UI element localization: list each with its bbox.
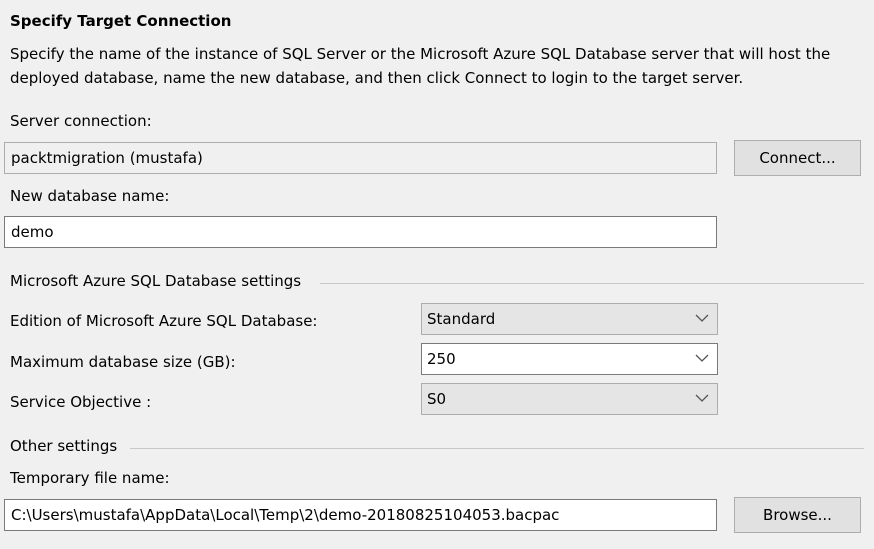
- max-size-selected-value: 250: [427, 350, 456, 368]
- server-connection-field[interactable]: packtmigration (mustafa): [4, 142, 717, 174]
- new-database-name-input[interactable]: demo: [4, 216, 717, 248]
- browse-button[interactable]: Browse...: [734, 497, 861, 533]
- edition-selected-value: Standard: [427, 310, 496, 328]
- service-objective-selected-value: S0: [427, 390, 447, 408]
- chevron-down-icon: [695, 354, 709, 362]
- max-size-combobox[interactable]: 250: [421, 343, 718, 375]
- service-objective-dropdown[interactable]: S0: [421, 383, 718, 415]
- temp-file-input[interactable]: C:\Users\mustafa\AppData\Local\Temp\2\de…: [4, 499, 717, 531]
- page-description: Specify the name of the instance of SQL …: [10, 45, 831, 87]
- edition-label: Edition of Microsoft Azure SQL Database:: [10, 312, 318, 330]
- service-objective-label: Service Objective :: [10, 393, 152, 411]
- page-title: Specify Target Connection: [10, 12, 232, 30]
- connect-button[interactable]: Connect...: [734, 140, 861, 176]
- other-group-divider: [130, 448, 864, 449]
- chevron-down-icon: [695, 314, 709, 322]
- new-database-name-label: New database name:: [10, 187, 170, 205]
- max-size-label: Maximum database size (GB):: [10, 353, 236, 371]
- server-connection-label: Server connection:: [10, 112, 152, 130]
- temp-file-label: Temporary file name:: [10, 469, 170, 487]
- other-settings-group-label: Other settings: [10, 437, 126, 455]
- azure-settings-group-label: Microsoft Azure SQL Database settings: [10, 272, 310, 290]
- chevron-down-icon: [695, 394, 709, 402]
- edition-dropdown[interactable]: Standard: [421, 303, 718, 335]
- azure-group-divider: [320, 283, 864, 284]
